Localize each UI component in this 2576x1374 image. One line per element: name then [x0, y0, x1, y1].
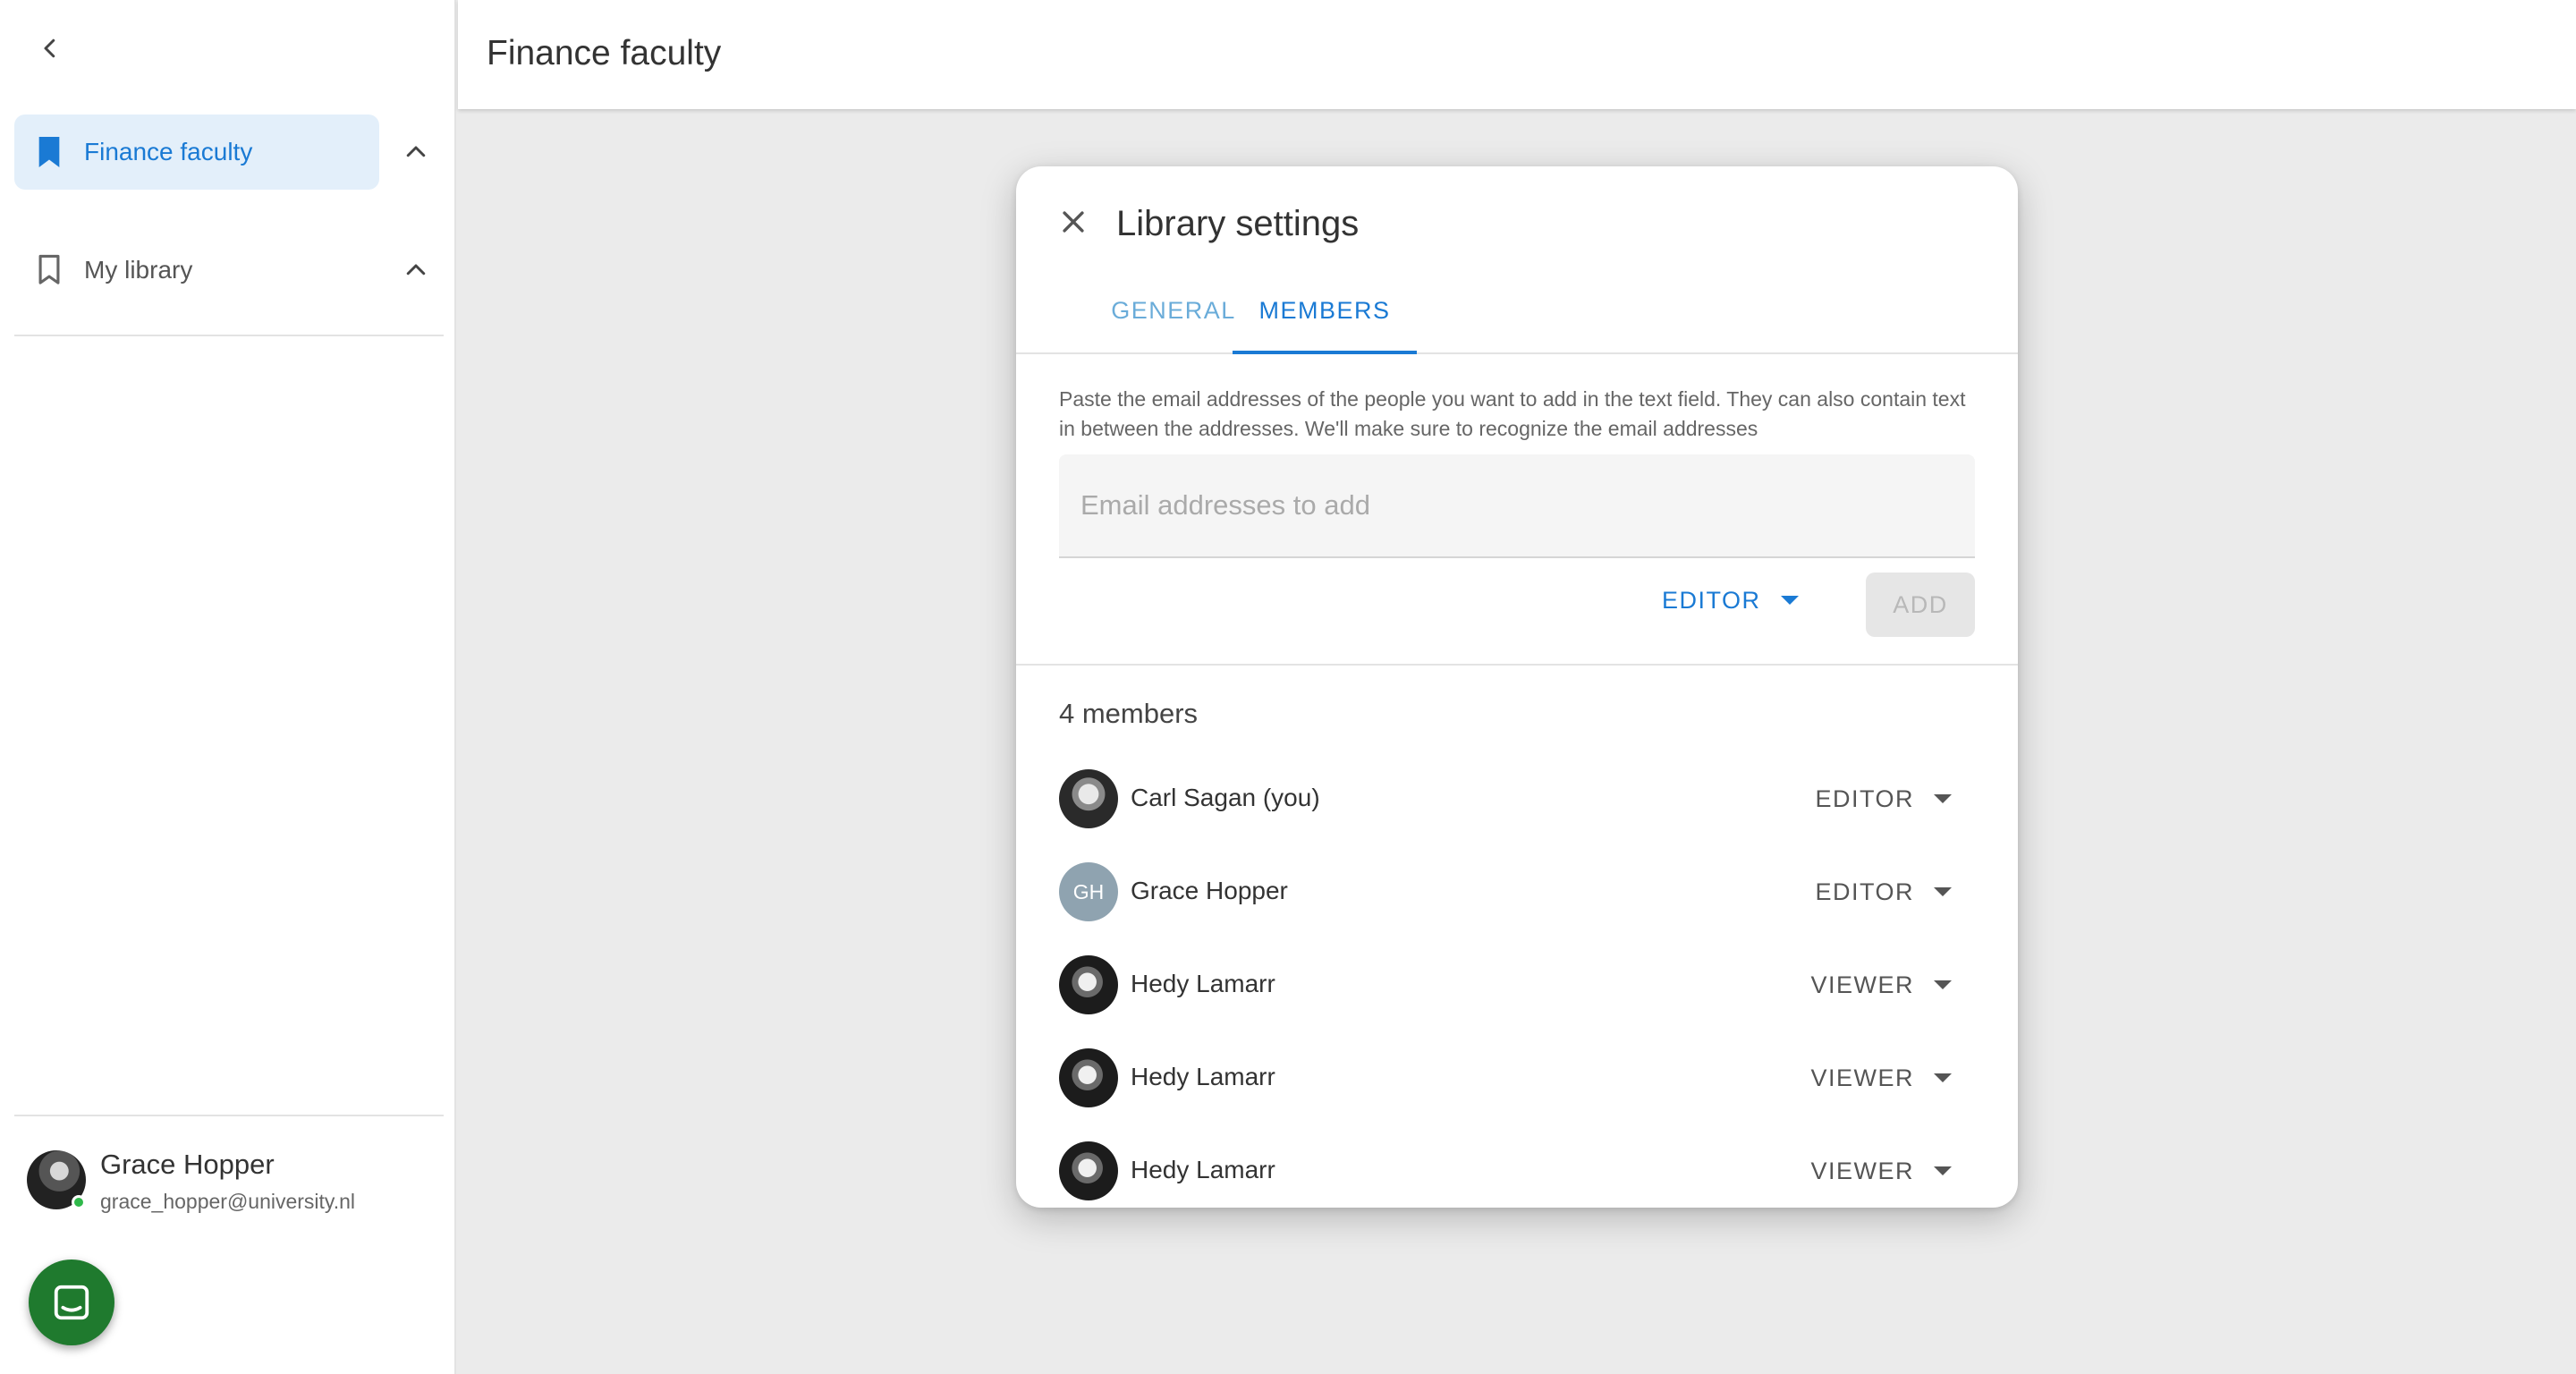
user-email: grace_hopper@university.nl	[100, 1190, 356, 1213]
member-row: Carl Sagan (you) EDITOR	[1059, 768, 1975, 830]
close-icon	[1063, 211, 1084, 233]
sidebar: Finance faculty My library Grace Hopper …	[0, 0, 456, 1374]
bookmark-outline-icon	[38, 254, 60, 284]
sidebar-item-label: Finance faculty	[84, 138, 253, 165]
sidebar-item-label: My library	[84, 256, 193, 284]
member-role-select[interactable]: EDITOR	[1815, 869, 1952, 914]
member-role-label: EDITOR	[1815, 878, 1914, 905]
chat-button[interactable]	[29, 1260, 114, 1345]
library-settings-dialog: Library settings GENERAL MEMBERS Paste t…	[1016, 166, 2018, 1208]
member-role-select[interactable]: VIEWER	[1810, 1056, 1952, 1100]
user-name: Grace Hopper	[100, 1149, 275, 1180]
collapse-my-library-button[interactable]	[394, 248, 438, 293]
member-row: Hedy Lamarr VIEWER	[1059, 1047, 1975, 1109]
sidebar-divider	[14, 335, 444, 336]
sidebar-item-finance-faculty[interactable]: Finance faculty	[14, 114, 379, 190]
instructions-text: Paste the email addresses of the people …	[1059, 387, 1966, 440]
chevron-up-icon	[406, 146, 426, 157]
member-name: Hedy Lamarr	[1131, 1156, 1275, 1183]
member-role-select[interactable]: VIEWER	[1810, 963, 1952, 1007]
member-name: Hedy Lamarr	[1131, 970, 1275, 997]
dropdown-caret-icon	[1934, 1166, 1952, 1175]
dropdown-caret-icon	[1934, 794, 1952, 803]
dialog-title: Library settings	[1116, 204, 1360, 243]
dropdown-caret-icon	[1934, 887, 1952, 896]
member-row: Hedy Lamarr VIEWER	[1059, 1140, 1975, 1202]
member-row: Hedy Lamarr VIEWER	[1059, 954, 1975, 1016]
dropdown-caret-icon	[1780, 596, 1799, 605]
tabs-divider	[1016, 352, 2018, 354]
sidebar-item-my-library[interactable]: My library	[14, 233, 379, 308]
sidebar-divider	[14, 1115, 444, 1116]
member-role-label: VIEWER	[1810, 1157, 1914, 1184]
member-role-label: EDITOR	[1815, 785, 1914, 812]
new-member-role-select[interactable]: EDITOR	[1662, 574, 1799, 626]
member-role-label: VIEWER	[1810, 971, 1914, 998]
avatar	[1059, 769, 1118, 828]
member-role-select[interactable]: EDITOR	[1815, 776, 1952, 821]
avatar	[1059, 1141, 1118, 1200]
member-name: Grace Hopper	[1131, 877, 1288, 904]
role-select-label: EDITOR	[1662, 586, 1761, 614]
member-role-label: VIEWER	[1810, 1064, 1914, 1091]
dropdown-caret-icon	[1934, 980, 1952, 989]
user-card[interactable]: Grace Hopper grace_hopper@university.nl	[27, 1149, 438, 1220]
bookmark-filled-icon	[38, 137, 60, 167]
members-count: 4 members	[1059, 698, 1199, 729]
online-status-dot	[72, 1195, 86, 1209]
chevron-left-icon	[44, 38, 55, 58]
close-button[interactable]	[1050, 199, 1097, 245]
tab-members[interactable]: MEMBERS	[1233, 297, 1417, 352]
section-divider	[1016, 664, 2018, 666]
avatar	[1059, 1048, 1118, 1107]
page-title: Finance faculty	[487, 34, 722, 72]
member-name: Hedy Lamarr	[1131, 1063, 1275, 1090]
active-tab-indicator	[1233, 351, 1417, 354]
chat-icon	[54, 1285, 89, 1320]
dropdown-caret-icon	[1934, 1073, 1952, 1082]
back-button[interactable]	[27, 25, 73, 72]
top-bar: Finance faculty	[458, 0, 2576, 109]
member-row: GH Grace Hopper EDITOR	[1059, 861, 1975, 923]
member-name: Carl Sagan (you)	[1131, 784, 1320, 811]
chevron-up-icon	[406, 264, 426, 276]
add-button[interactable]: ADD	[1866, 572, 1975, 637]
avatar: GH	[1059, 862, 1118, 921]
member-role-select[interactable]: VIEWER	[1810, 1149, 1952, 1193]
avatar	[1059, 955, 1118, 1014]
collapse-finance-faculty-button[interactable]	[394, 130, 438, 174]
email-addresses-input[interactable]	[1059, 454, 1975, 558]
